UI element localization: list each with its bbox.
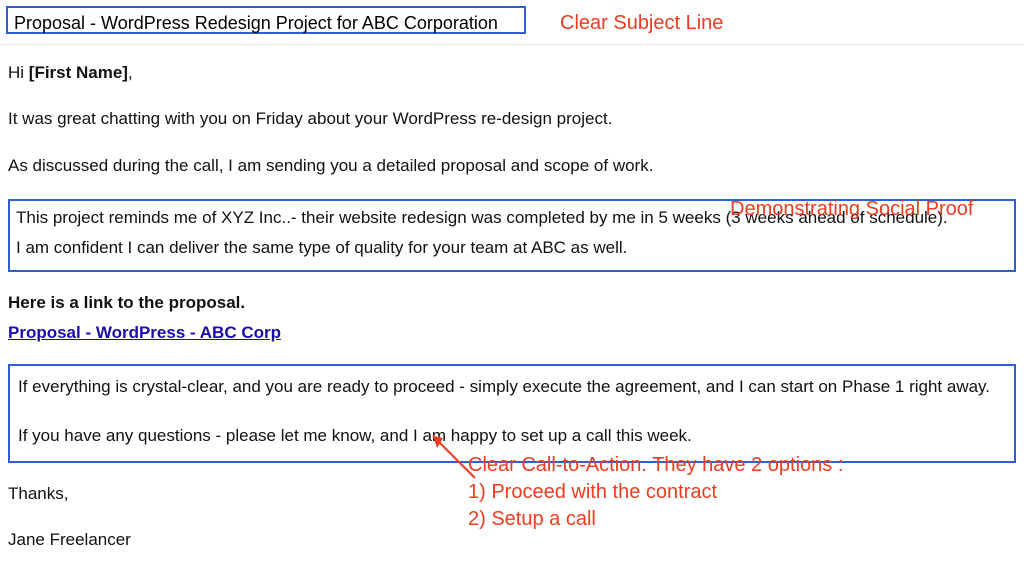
proposal-link[interactable]: Proposal - WordPress - ABC Corp [8, 323, 281, 342]
social-proof-line2: I am confident I can deliver the same ty… [16, 235, 1008, 261]
annotation-cta-header: Clear Call-to-Action. They have 2 option… [468, 452, 988, 479]
greeting-placeholder: [First Name] [29, 63, 128, 82]
annotation-cta-option1: 1) Proceed with the contract [468, 479, 988, 506]
subject-divider [0, 44, 1024, 45]
annotation-cta: Clear Call-to-Action. They have 2 option… [468, 452, 988, 533]
email-subject: Proposal - WordPress Redesign Project fo… [14, 13, 498, 33]
cta-line2: If you have any questions - please let m… [18, 423, 1006, 449]
greeting-suffix: , [128, 63, 133, 82]
email-subject-box: Proposal - WordPress Redesign Project fo… [6, 6, 526, 34]
followup-paragraph: As discussed during the call, I am sendi… [8, 153, 1016, 179]
annotation-cta-option2: 2) Setup a call [468, 506, 988, 533]
annotation-social-proof: Demonstrating Social Proof [730, 196, 973, 223]
annotation-subject: Clear Subject Line [560, 10, 723, 37]
greeting-prefix: Hi [8, 63, 29, 82]
cta-line1: If everything is crystal-clear, and you … [18, 374, 1006, 400]
cta-box: If everything is crystal-clear, and you … [8, 364, 1016, 463]
proposal-intro: Here is a link to the proposal. [8, 290, 1016, 316]
greeting-line: Hi [First Name], [8, 60, 1016, 86]
intro-paragraph: It was great chatting with you on Friday… [8, 106, 1016, 132]
